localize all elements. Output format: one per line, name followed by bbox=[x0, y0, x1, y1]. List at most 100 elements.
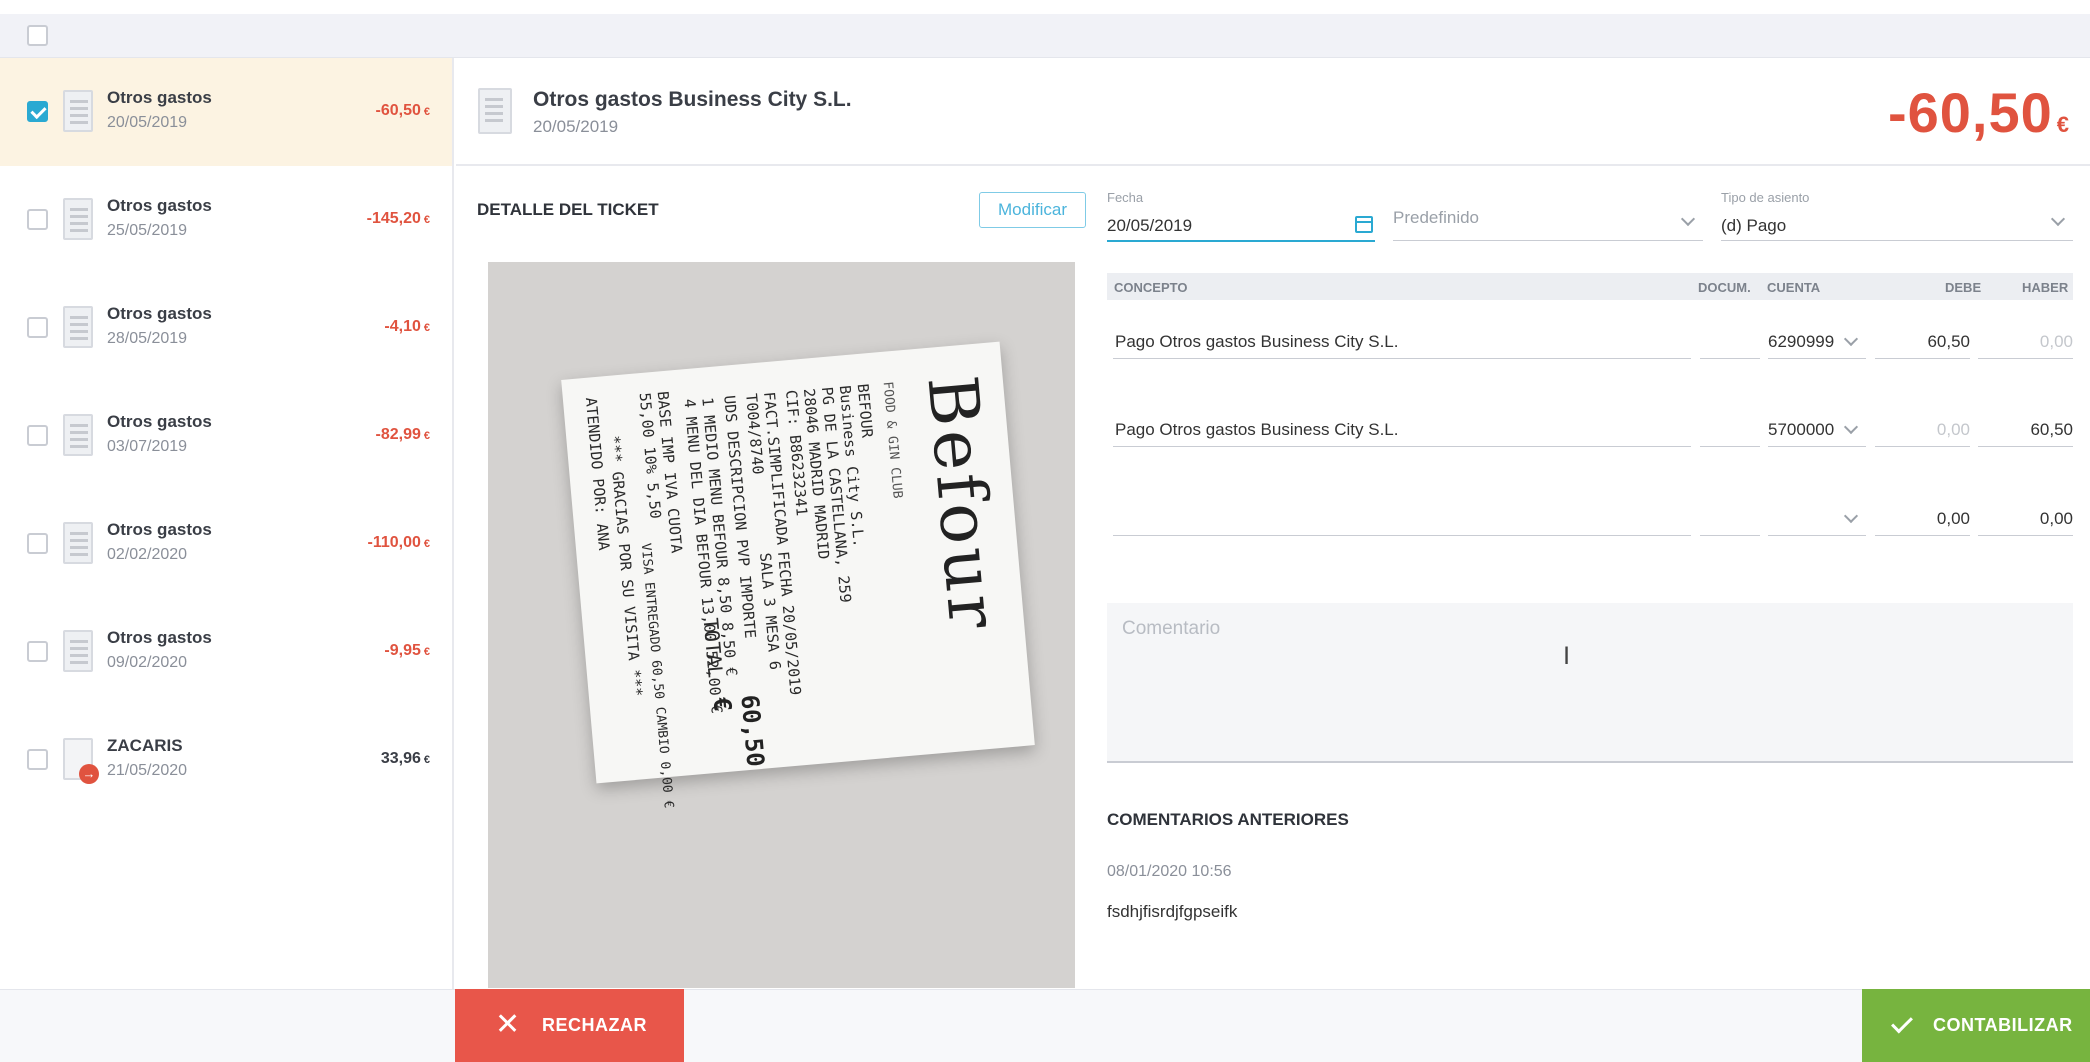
item-amount: 33,96 € bbox=[380, 750, 430, 767]
receipt-icon bbox=[63, 306, 93, 348]
row-underline bbox=[1113, 446, 1691, 447]
item-name: ZACARIS bbox=[107, 736, 183, 755]
receipt-icon bbox=[63, 198, 93, 240]
list-item[interactable]: Otros gastos 02/02/2020 -110,00 € bbox=[0, 490, 452, 598]
item-amount: -4,10 € bbox=[384, 318, 430, 335]
item-checkbox[interactable] bbox=[27, 209, 48, 230]
chevron-down-icon[interactable] bbox=[1843, 508, 1859, 524]
receipt-icon bbox=[63, 522, 93, 564]
close-icon: ✕ bbox=[495, 1008, 521, 1041]
calendar-icon[interactable] bbox=[1355, 216, 1373, 233]
detail-title: Otros gastos Business City S.L. bbox=[533, 88, 852, 111]
previous-comment-date: 08/01/2020 10:56 bbox=[1107, 863, 1232, 880]
predefinido-select[interactable]: Predefinido bbox=[1393, 208, 1479, 228]
row-haber[interactable]: 0,00 bbox=[1978, 332, 2073, 352]
item-date: 03/07/2019 bbox=[107, 438, 188, 455]
item-checkbox[interactable] bbox=[27, 101, 48, 122]
receipt-total: 60,50 € bbox=[707, 693, 770, 768]
fecha-underline bbox=[1107, 240, 1375, 242]
row-debe[interactable]: 60,50 bbox=[1875, 332, 1970, 352]
row-underline bbox=[1768, 446, 1866, 447]
receipt-icon bbox=[478, 88, 512, 134]
select-all-checkbox[interactable] bbox=[27, 25, 48, 46]
col-haber: HABER bbox=[2022, 280, 2069, 295]
chevron-down-icon[interactable] bbox=[1843, 419, 1859, 435]
post-button[interactable]: CONTABILIZAR bbox=[1862, 989, 2090, 1062]
comment-textarea[interactable]: Comentario bbox=[1107, 603, 2073, 763]
chevron-down-icon[interactable] bbox=[2050, 211, 2066, 227]
tipo-asiento-label: Tipo de asiento bbox=[1721, 190, 1810, 205]
row-docum[interactable] bbox=[1700, 358, 1760, 359]
row-underline bbox=[1978, 535, 2073, 536]
ticket-photo[interactable]: Befour FOOD & GIN CLUB BEFOUR Business C… bbox=[488, 262, 1075, 988]
list-item[interactable]: Otros gastos 09/02/2020 -9,95 € bbox=[0, 598, 452, 706]
list-item[interactable]: Otros gastos 20/05/2019 -60,50 € bbox=[0, 58, 452, 166]
item-amount: -110,00 € bbox=[367, 534, 430, 551]
item-amount: -145,20 € bbox=[366, 210, 430, 227]
col-concepto: CONCEPTO bbox=[1114, 280, 1188, 295]
item-checkbox[interactable] bbox=[27, 425, 48, 446]
ticket-section-title: DETALLE DEL TICKET bbox=[477, 200, 659, 219]
tipo-asiento-underline bbox=[1721, 240, 2073, 241]
comment-placeholder: Comentario bbox=[1122, 618, 1221, 639]
item-date: 25/05/2019 bbox=[107, 222, 188, 239]
row-underline bbox=[1113, 535, 1691, 536]
row-underline bbox=[1978, 358, 2073, 359]
receipt-brand: Befour bbox=[911, 372, 1013, 636]
row-debe[interactable]: 0,00 bbox=[1875, 509, 1970, 529]
row-haber[interactable]: 0,00 bbox=[1978, 509, 2073, 529]
row-underline bbox=[1875, 535, 1970, 536]
list-item[interactable]: Otros gastos 28/05/2019 -4,10 € bbox=[0, 274, 452, 382]
row-debe[interactable]: 0,00 bbox=[1875, 420, 1970, 440]
list-item[interactable]: Otros gastos 25/05/2019 -145,20 € bbox=[0, 166, 452, 274]
item-checkbox[interactable] bbox=[27, 533, 48, 554]
row-concepto[interactable]: Pago Otros gastos Business City S.L. bbox=[1115, 420, 1398, 440]
item-date: 02/02/2020 bbox=[107, 546, 188, 563]
item-checkbox[interactable] bbox=[27, 317, 48, 338]
list-item[interactable]: Otros gastos 03/07/2019 -82,99 € bbox=[0, 382, 452, 490]
chevron-down-icon[interactable] bbox=[1843, 331, 1859, 347]
row-underline bbox=[1768, 358, 1866, 359]
receipt-tagline: FOOD & GIN CLUB bbox=[879, 380, 905, 500]
row-docum[interactable] bbox=[1700, 446, 1760, 447]
item-date: 20/05/2019 bbox=[107, 114, 188, 131]
reject-button[interactable]: ✕ RECHAZAR bbox=[455, 989, 684, 1062]
item-date: 21/05/2020 bbox=[107, 762, 188, 779]
list-item[interactable]: → ZACARIS 21/05/2020 33,96 € bbox=[0, 706, 452, 814]
col-cuenta: CUENTA bbox=[1767, 280, 1821, 295]
tipo-asiento-select[interactable]: (d) Pago bbox=[1721, 216, 1786, 236]
chevron-down-icon[interactable] bbox=[1680, 211, 1696, 227]
item-amount: -82,99 € bbox=[375, 426, 431, 443]
income-document-icon: → bbox=[63, 738, 99, 784]
item-name: Otros gastos bbox=[107, 628, 212, 647]
post-label: CONTABILIZAR bbox=[1933, 1015, 2073, 1035]
entries-table-header: CONCEPTO DOCUM. CUENTA DEBE HABER bbox=[1107, 273, 2073, 300]
receipt-icon bbox=[63, 630, 93, 672]
modify-button[interactable]: Modificar bbox=[979, 192, 1086, 228]
check-icon bbox=[1891, 1011, 1913, 1034]
list-toolbar bbox=[0, 14, 2090, 58]
row-cuenta[interactable]: 5700000 bbox=[1768, 420, 1834, 440]
top-strip bbox=[0, 0, 2090, 14]
row-underline bbox=[1978, 446, 2073, 447]
fecha-input[interactable]: 20/05/2019 bbox=[1107, 216, 1192, 236]
row-concepto[interactable]: Pago Otros gastos Business City S.L. bbox=[1115, 332, 1398, 352]
row-underline bbox=[1113, 358, 1691, 359]
ticket-list: Otros gastos 20/05/2019 -60,50 € Otros ga… bbox=[0, 58, 454, 1062]
detail-total: -60,50 € bbox=[1887, 81, 2070, 144]
item-name: Otros gastos bbox=[107, 304, 212, 323]
fecha-label: Fecha bbox=[1107, 190, 1144, 205]
item-checkbox[interactable] bbox=[27, 749, 48, 770]
item-amount: -60,50 € bbox=[375, 102, 431, 119]
text-cursor-icon: I bbox=[1563, 642, 1571, 670]
row-haber[interactable]: 60,50 bbox=[1978, 420, 2073, 440]
item-name: Otros gastos bbox=[107, 88, 212, 107]
row-docum[interactable] bbox=[1700, 535, 1760, 536]
row-underline bbox=[1875, 358, 1970, 359]
item-checkbox[interactable] bbox=[27, 641, 48, 662]
row-cuenta[interactable] bbox=[1768, 535, 1866, 536]
receipt-icon bbox=[63, 414, 93, 456]
row-cuenta[interactable]: 6290999 bbox=[1768, 332, 1834, 352]
detail-date: 20/05/2019 bbox=[533, 117, 619, 136]
item-date: 09/02/2020 bbox=[107, 654, 188, 671]
